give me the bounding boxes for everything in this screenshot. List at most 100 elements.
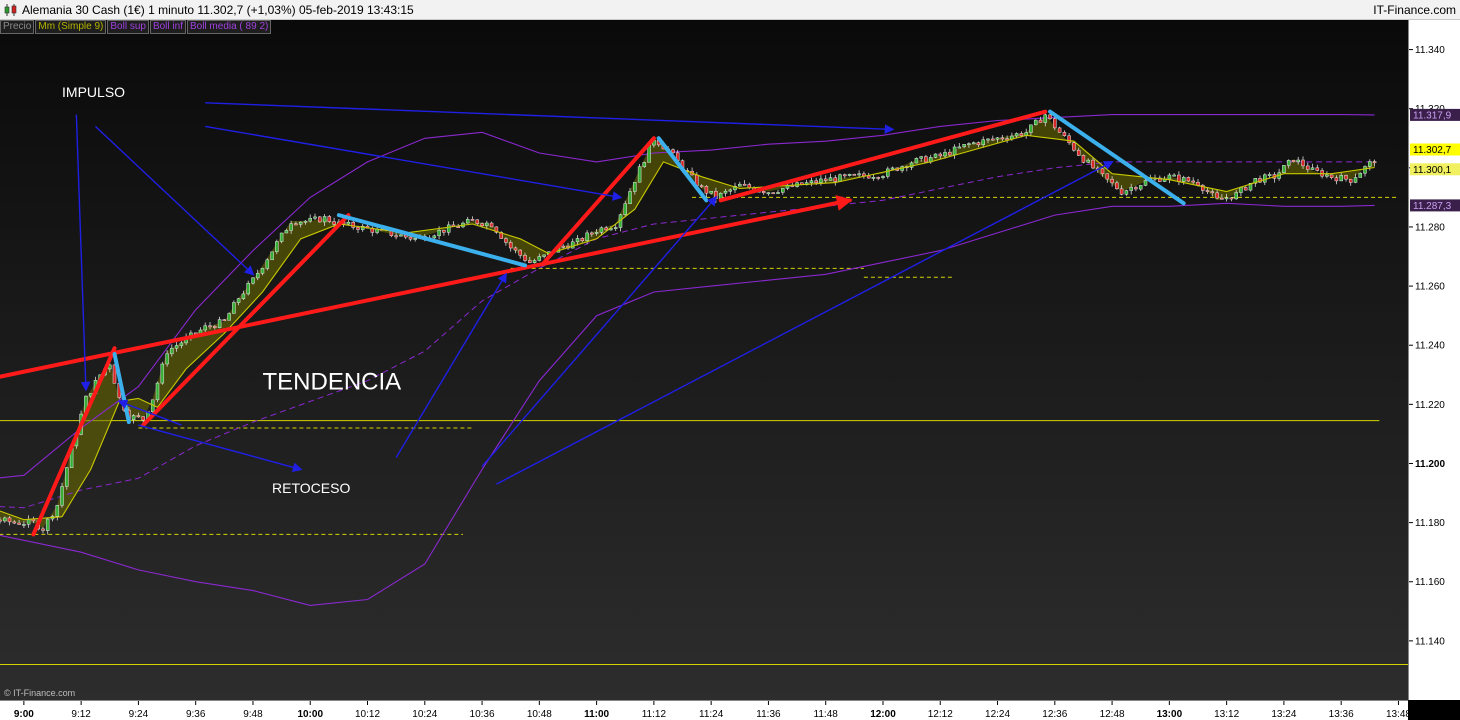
candle-body [1372, 161, 1377, 164]
candle-body [255, 273, 260, 279]
candle-body [303, 220, 308, 223]
candle-body [823, 178, 828, 181]
candle-body [1086, 159, 1090, 163]
candle-body [279, 232, 284, 242]
candle-body [738, 183, 742, 187]
price-axis[interactable]: 11.140 11.160 11.180 11.200 11.220 11.240 11.2… [1408, 20, 1460, 700]
candle-body [1143, 180, 1148, 186]
x-tick-label: 10:12 [355, 709, 380, 720]
price-tag-label: 11.317,9 [1413, 110, 1452, 121]
annotation-arrow-2 [205, 102, 895, 134]
candle-body [952, 146, 957, 156]
candle-body [642, 162, 647, 167]
candle-body [1172, 174, 1176, 177]
legend-boll-media[interactable]: Boll media ( 89 2) [186, 20, 272, 34]
candle-body [761, 191, 766, 194]
candle-body [213, 326, 217, 328]
candle-body [170, 347, 174, 355]
y-tick-label: 11.180 [1415, 518, 1445, 529]
candlestick-icon [4, 4, 17, 16]
x-tick-label: 12:24 [985, 709, 1010, 720]
price-tag-label: 11.302,7 [1413, 145, 1452, 156]
time-axis-svg: 8:368:489:009:129:249:369:4810:0010:1210… [14, 701, 1411, 720]
candle-body [294, 223, 298, 226]
candle-body [1310, 167, 1315, 170]
candle-body [313, 216, 317, 219]
candle-body [613, 227, 618, 229]
candle-body [542, 254, 546, 257]
y-tick-label: 11.140 [1415, 636, 1445, 647]
candle-body [933, 153, 938, 158]
candle-body [456, 226, 460, 228]
candle-body [938, 153, 943, 157]
candle-body [881, 176, 885, 178]
candle-body [17, 522, 21, 525]
y-tick-label: 11.340 [1415, 45, 1445, 56]
candle-body [637, 166, 642, 183]
candle-body [26, 519, 31, 525]
candle-body [1329, 174, 1334, 178]
candle-body [1100, 168, 1105, 175]
candle-body [1210, 191, 1215, 194]
x-tick-label: 11:00 [584, 709, 609, 720]
candle-body [236, 298, 241, 303]
candle-body [594, 232, 599, 234]
plot-area[interactable]: IMPULSO TENDENCIA RETOCESO [0, 20, 1408, 700]
candle-body [1239, 187, 1243, 193]
candle-body [718, 192, 723, 199]
candle-body [475, 219, 480, 224]
candle-body [991, 138, 995, 141]
annotation-retoceso: RETOCESO [272, 480, 350, 496]
annotation-impulso: IMPULSO [62, 84, 125, 100]
candle-body [1067, 135, 1071, 143]
y-tick-label: 11.200 [1415, 459, 1445, 470]
candle-body [967, 143, 971, 146]
candle-body [957, 146, 962, 149]
x-tick-label: 12:12 [928, 709, 953, 720]
candle-body [1205, 190, 1210, 192]
x-tick-label: 9:48 [243, 709, 263, 720]
candle-body [995, 137, 1000, 140]
annotation-arrow-6 [395, 272, 507, 458]
legend-sma[interactable]: Mm (Simple 9) [35, 20, 107, 34]
candle-body [241, 293, 246, 299]
annotation-arrow-5 [138, 424, 303, 473]
x-tick-label: 13:48 [1386, 709, 1408, 720]
candle-body [394, 235, 398, 238]
legend-price[interactable]: Precio [0, 20, 35, 34]
candle-body [246, 282, 250, 295]
candle-body [489, 222, 494, 228]
candle-body [227, 313, 231, 321]
price-chart[interactable]: IMPULSO TENDENCIA RETOCESO [0, 20, 1408, 700]
candle-body [332, 221, 336, 225]
time-axis[interactable]: 8:368:489:009:129:249:369:4810:0010:1210… [0, 700, 1411, 720]
indicator-legend: Precio Mm (Simple 9) Boll sup Boll inf B… [0, 20, 272, 34]
candle-body [971, 142, 976, 145]
y-tick-label: 11.260 [1415, 282, 1445, 293]
y-tick-label: 11.280 [1415, 222, 1445, 233]
candle-body [12, 521, 17, 524]
candle-body [1286, 160, 1291, 166]
candle-body [45, 518, 50, 531]
x-tick-label: 13:12 [1214, 709, 1239, 720]
candle-body [728, 189, 733, 192]
candle-body [346, 221, 351, 225]
candle-body [160, 363, 165, 384]
candle-body [270, 251, 274, 261]
candle-body [1325, 174, 1329, 177]
candle-body [1043, 114, 1048, 123]
candle-body [781, 188, 785, 193]
candle-body [866, 175, 871, 179]
candle-body [537, 256, 542, 261]
legend-boll-sup[interactable]: Boll sup [107, 20, 149, 34]
candle-body [604, 227, 608, 231]
x-tick-label: 9:36 [186, 709, 206, 720]
candle-body [742, 183, 747, 186]
candle-body [1076, 149, 1081, 156]
candle-body [298, 221, 303, 225]
legend-boll-inf[interactable]: Boll inf [149, 20, 186, 34]
annotation-arrow-1 [94, 125, 255, 276]
x-tick-label: 10:48 [527, 709, 552, 720]
candle-body [852, 173, 857, 176]
candle-body [446, 224, 451, 233]
